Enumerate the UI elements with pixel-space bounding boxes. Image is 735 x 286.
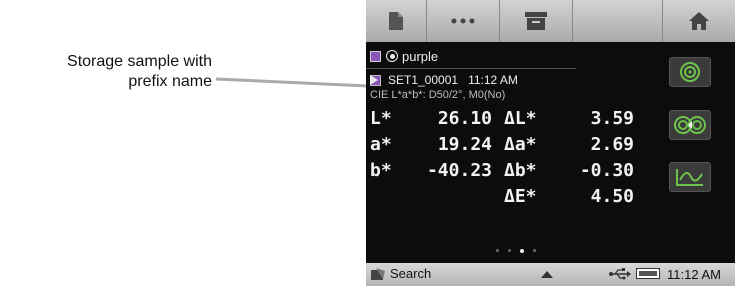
delta-label: ΔE* (504, 186, 537, 207)
expand-up-icon[interactable] (541, 271, 553, 278)
measurement-screen: purple SET1_00001 11:12 AM CIE L*a*b*: D… (366, 42, 735, 263)
delta-value: 2.69 (590, 134, 634, 155)
reading-row: L* 26.10 ΔL* 3.59 (370, 106, 634, 132)
trend-button[interactable] (669, 162, 711, 192)
reading-value: 26.10 (437, 108, 492, 129)
reading-label (370, 184, 404, 210)
archive-icon (525, 12, 547, 30)
device-display: purple SET1_00001 11:12 AM CIE L*a*b*: D… (366, 0, 735, 286)
target-icon (680, 62, 700, 82)
status-bar: Search 11:12 AM (366, 263, 735, 286)
archive-button[interactable] (500, 0, 573, 42)
battery-icon (636, 268, 660, 279)
callout-line-2: prefix name (128, 73, 212, 90)
header-divider (366, 68, 576, 69)
page-dot (496, 249, 499, 252)
page-dot (508, 249, 511, 252)
sample-row[interactable]: SET1_00001 11:12 AM (370, 72, 518, 88)
delta-value: 4.50 (590, 186, 634, 207)
reading-value: 19.24 (437, 134, 492, 155)
reading-label: b* (370, 160, 392, 181)
standard-name: purple (402, 48, 439, 64)
document-button[interactable] (366, 0, 427, 42)
usb-icon (609, 268, 631, 280)
reading-row: ΔE* 4.50 (370, 184, 634, 210)
target-button[interactable] (669, 57, 711, 87)
search-button[interactable]: Search (370, 266, 431, 281)
delta-label: Δb* (504, 160, 537, 181)
toolbar (366, 0, 735, 42)
standard-row[interactable]: purple (370, 47, 438, 65)
compare-icon (674, 116, 706, 134)
reading-label: L* (370, 108, 392, 129)
reading-value (404, 184, 504, 210)
blank-toolbar-button[interactable] (573, 0, 663, 42)
callout-line-1: Storage sample with (67, 53, 212, 70)
home-button[interactable] (663, 0, 735, 42)
page-dot-active (520, 249, 524, 253)
delta-label: Δa* (504, 134, 537, 155)
standard-swatch (370, 50, 381, 62)
reading-label: a* (370, 134, 392, 155)
reading-row: b* -40.23 Δb* -0.30 (370, 158, 634, 184)
more-icon (451, 18, 475, 24)
sample-icon (370, 74, 383, 86)
page-indicator[interactable] (496, 249, 536, 253)
page-dot (533, 249, 536, 252)
reading-row: a* 19.24 Δa* 2.69 (370, 132, 634, 158)
sample-name: SET1_00001 (388, 73, 459, 87)
more-button[interactable] (427, 0, 500, 42)
reading-value: -40.23 (426, 160, 492, 181)
home-icon (689, 12, 709, 30)
readings-table: L* 26.10 ΔL* 3.59 a* 19.24 Δa* 2.69 b* -… (370, 106, 634, 210)
delta-label: ΔL* (504, 108, 537, 129)
delta-value: 3.59 (590, 108, 634, 129)
status-clock: 11:12 AM (667, 267, 721, 282)
sample-time: 11:12 AM (468, 73, 518, 87)
document-icon (389, 12, 403, 30)
search-icon (371, 267, 385, 280)
radio-icon (386, 50, 398, 62)
compare-button[interactable] (669, 110, 711, 140)
measurement-condition: CIE L*a*b*: D50/2°, M0(No) (370, 89, 506, 101)
callout-text: Storage sample with prefix name (0, 52, 212, 92)
search-label: Search (390, 266, 432, 281)
delta-value: -0.30 (579, 160, 634, 181)
trend-icon (676, 169, 703, 186)
